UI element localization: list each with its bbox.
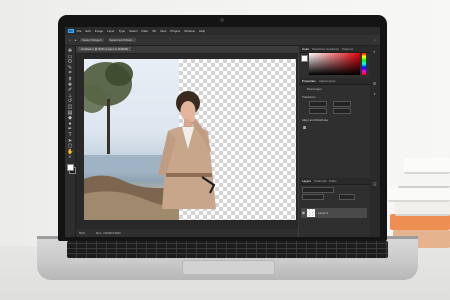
document-tab[interactable]: Untitled-1 @ 50% (Layer 0, RGB/8) — [76, 46, 298, 54]
blend-mode-select[interactable] — [302, 194, 324, 200]
x-field[interactable] — [309, 108, 327, 114]
menu-item-3d[interactable]: 3D — [152, 29, 156, 33]
transform-label: Transform — [302, 95, 316, 99]
menu-item-type[interactable]: Type — [119, 29, 126, 33]
trackpad — [182, 260, 275, 275]
layer-name: Layer 0 — [318, 211, 329, 215]
book-stack — [398, 172, 450, 188]
layers-panel-tabs: Layers Channels Paths — [299, 178, 380, 185]
properties-section-label: Pixel Layer — [307, 87, 322, 91]
menu-item-plugins[interactable]: Plugins — [170, 29, 180, 33]
tab-gradients[interactable]: Gradients — [326, 47, 339, 51]
woman-subject — [158, 91, 216, 209]
tab-layers[interactable]: Layers — [302, 179, 311, 183]
status-doc-size: Doc: 4.50M/4.50M — [96, 231, 121, 235]
layers-panel-icon[interactable]: ❏ — [372, 181, 377, 186]
foreground-color-swatch[interactable] — [67, 164, 74, 171]
menu-item-view[interactable]: View — [160, 29, 166, 33]
menu-item-select[interactable]: Select — [129, 29, 137, 33]
layer-thumbnail — [307, 209, 315, 217]
opacity-field[interactable] — [339, 194, 355, 200]
properties-panel-tabs: Properties Adjustments — [299, 78, 380, 85]
panel-icon-strip: ◐ ☰ ◑ ❏ — [370, 46, 380, 237]
height-field[interactable] — [333, 101, 351, 107]
webcam — [220, 18, 224, 22]
visibility-eye-icon[interactable]: ◉ — [301, 210, 306, 215]
tab-channels[interactable]: Channels — [314, 179, 327, 183]
tab-adjustments[interactable]: Adjustments — [319, 79, 336, 83]
select-subject-button[interactable]: Select Subject — [80, 38, 104, 42]
home-icon[interactable]: ⌂ — [69, 38, 71, 42]
tool-preset-icon[interactable]: ▸ — [75, 38, 77, 42]
tab-color[interactable]: Color — [302, 47, 309, 51]
book-stack — [390, 214, 450, 230]
image-canvas[interactable] — [84, 59, 296, 220]
options-bar: ⌂ ▸ Select Subject Select and Mask... ⌕ — [65, 35, 380, 46]
width-field[interactable] — [309, 101, 327, 107]
menu-item-file[interactable]: File — [77, 29, 82, 33]
menu-item-image[interactable]: Image — [95, 29, 103, 33]
y-field[interactable] — [333, 108, 351, 114]
menu-item-layer[interactable]: Layer — [107, 29, 115, 33]
keyboard — [67, 241, 388, 258]
align-label: Align and Distribute — [302, 118, 329, 122]
laptop-base — [37, 236, 418, 280]
align-buttons: ⫷ ≡ ⫸ ⊤ ⊞ ⊥ — [302, 125, 362, 130]
menu-item-help[interactable]: Help — [199, 29, 205, 33]
photoshop-logo: Ps — [68, 29, 74, 33]
photoshop-window: Ps File Edit Image Layer Type Select Fil… — [65, 27, 380, 237]
status-zoom[interactable]: 50% — [79, 231, 85, 235]
tab-paths[interactable]: Paths — [329, 179, 337, 183]
hue-slider[interactable] — [362, 53, 366, 75]
tab-swatches[interactable]: Swatches — [312, 47, 325, 51]
select-and-mask-button[interactable]: Select and Mask... — [107, 38, 137, 42]
properties-panel-icon[interactable]: ☰ — [372, 81, 377, 86]
color-picker-field[interactable] — [309, 53, 360, 75]
tools-panel: ✥ ▭ ʘ ✎ ⌗ ɸ ✚ ✐ ⊥ ↺ ◫ ▤ ◆ ● ✒ T ➤ ▢ ✋ ⌕ — [65, 46, 76, 237]
layer-row[interactable]: ◉ Layer 0 — [301, 208, 367, 218]
zoom-tool-icon[interactable]: ⌕ — [67, 155, 73, 160]
laptop-screen-bezel: Ps File Edit Image Layer Type Select Fil… — [58, 15, 387, 241]
color-panel-icon[interactable]: ◐ — [372, 49, 377, 54]
tab-patterns[interactable]: Patterns — [342, 47, 353, 51]
tab-properties[interactable]: Properties — [302, 79, 316, 83]
document-area: Untitled-1 @ 50% (Layer 0, RGB/8) 50% Do… — [76, 46, 298, 237]
book-stack — [395, 200, 450, 216]
book-stack — [388, 186, 450, 202]
menu-bar: Ps File Edit Image Layer Type Select Fil… — [65, 27, 380, 35]
align-bottom-icon[interactable]: ⊥ — [302, 125, 307, 130]
layer-filter-field[interactable] — [302, 187, 334, 193]
menu-item-window[interactable]: Window — [184, 29, 195, 33]
menu-item-filter[interactable]: Filter — [141, 29, 148, 33]
right-panels: Color Swatches Gradients Patterns Proper… — [299, 46, 380, 237]
color-panel-tabs: Color Swatches Gradients Patterns — [299, 46, 380, 53]
document-tab-title: Untitled-1 @ 50% (Layer 0, RGB/8) — [78, 47, 132, 51]
foreground-swatch[interactable] — [301, 55, 308, 62]
status-bar: 50% Doc: 4.50M/4.50M — [76, 229, 298, 237]
search-icon[interactable]: ⌕ — [374, 38, 376, 42]
adjustments-panel-icon[interactable]: ◑ — [372, 91, 377, 96]
book-stack — [404, 158, 450, 174]
menu-item-edit[interactable]: Edit — [86, 29, 91, 33]
